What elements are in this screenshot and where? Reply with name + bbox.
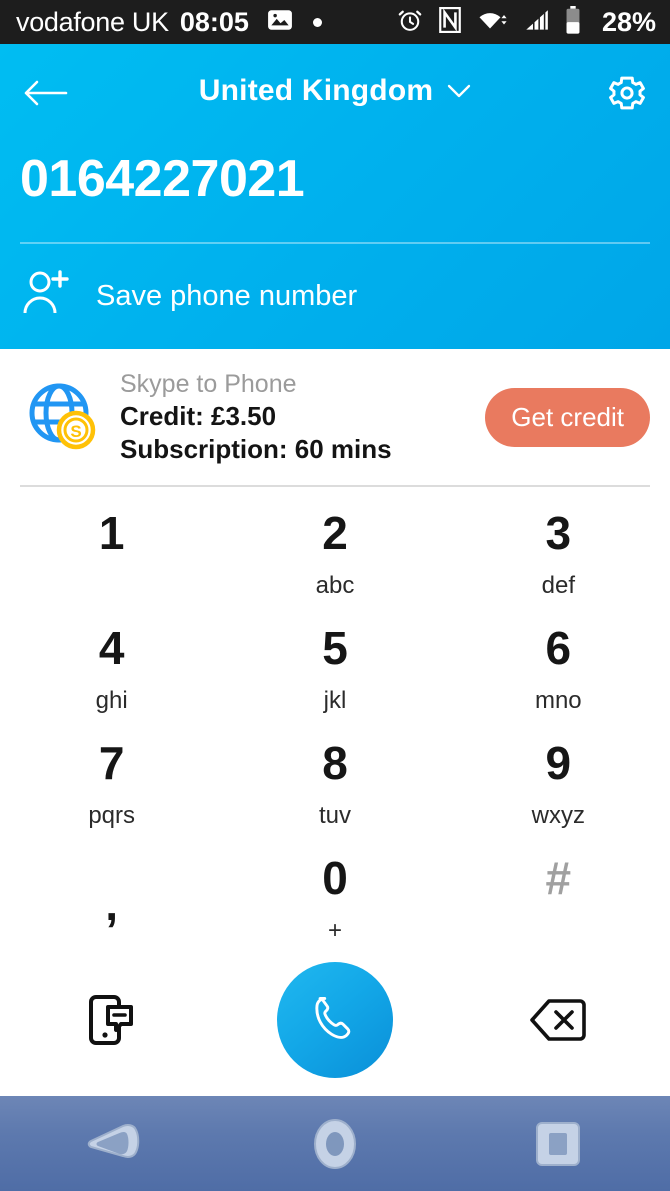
dialpad-key-1[interactable]: 1 <box>0 492 223 607</box>
key-digit: 7 <box>98 737 125 789</box>
key-letters: wxyz <box>531 802 585 829</box>
get-credit-button[interactable]: Get credit <box>485 387 650 447</box>
battery-icon <box>565 5 581 39</box>
carrier-label: vodafone UK <box>16 6 169 37</box>
key-letters: tuv <box>318 802 351 829</box>
page-title: United Kingdom <box>198 74 434 107</box>
dot-indicator <box>312 17 322 27</box>
nav-back-icon[interactable] <box>83 1118 141 1170</box>
dialpad-key-3[interactable]: 3 def <box>447 492 670 607</box>
credit-panel-title: Skype to Phone <box>120 369 297 398</box>
dialpad-key-comma[interactable]: , <box>0 837 223 952</box>
save-phone-number-button[interactable]: Save phone number <box>20 260 357 332</box>
dialpad-key-2[interactable]: 2 abc <box>223 492 446 607</box>
key-digit: 8 <box>322 737 348 789</box>
image-icon <box>267 7 293 38</box>
svg-text:S: S <box>70 422 81 441</box>
key-digit: 6 <box>545 622 572 674</box>
dialed-number: 0164227021 <box>20 150 305 208</box>
alarm-icon <box>397 7 423 38</box>
dialpad-key-6[interactable]: 6 mno <box>447 607 670 722</box>
key-letters: ghi <box>95 687 128 714</box>
dialpad: 1 2 abc 3 def 4 ghi 5 jkl 6 mno 7 pqrs 8 <box>0 492 670 952</box>
nav-recents-icon[interactable] <box>533 1119 583 1169</box>
android-nav-bar <box>0 1096 670 1191</box>
dialpad-key-5[interactable]: 5 jkl <box>223 607 446 722</box>
key-digit: , <box>105 878 119 930</box>
phone-screen: vodafone UK 08:05 28% United Kingdom 016… <box>0 0 670 1191</box>
backspace-icon[interactable] <box>529 997 587 1043</box>
signal-icon <box>524 7 550 38</box>
nav-home-icon[interactable] <box>311 1116 359 1172</box>
dialpad-key-8[interactable]: 8 tuv <box>223 722 446 837</box>
key-letters: jkl <box>323 687 347 714</box>
nfc-icon <box>438 6 462 38</box>
key-digit: # <box>545 852 572 904</box>
dialpad-actions <box>0 955 670 1085</box>
key-digit: 4 <box>98 622 125 674</box>
gear-icon[interactable] <box>606 72 648 114</box>
wifi-icon <box>477 7 509 38</box>
skype-credit-panel: S Skype to Phone Credit: £3.50 Subscript… <box>0 349 670 485</box>
dialpad-key-hash[interactable]: # <box>447 837 670 952</box>
dialpad-key-0[interactable]: 0 + <box>223 837 446 952</box>
app-header: United Kingdom 0164227021 Save phone num… <box>0 44 670 349</box>
header-divider <box>20 242 650 244</box>
phone-handset-icon <box>307 991 363 1050</box>
sms-phone-icon[interactable] <box>88 994 136 1046</box>
save-phone-number-label: Save phone number <box>96 279 358 312</box>
key-digit: 0 <box>322 852 348 904</box>
key-letters: def <box>541 572 575 599</box>
key-letters: pqrs <box>88 802 135 829</box>
credit-amount-label: Credit: £3.50 <box>120 401 277 432</box>
credit-divider <box>20 485 650 487</box>
add-person-icon <box>20 268 76 325</box>
status-bar: vodafone UK 08:05 28% <box>0 0 670 44</box>
key-letters: mno <box>534 687 582 714</box>
call-button[interactable] <box>276 962 393 1078</box>
battery-percent-label: 28% <box>601 6 656 37</box>
dialpad-key-9[interactable]: 9 wxyz <box>447 722 670 837</box>
country-selector[interactable]: United Kingdom <box>0 74 670 108</box>
subscription-label: Subscription: 60 mins <box>120 433 392 464</box>
chevron-down-icon <box>447 84 471 98</box>
key-digit: 3 <box>545 507 572 559</box>
clock-label: 08:05 <box>179 6 249 37</box>
globe-coin-icon: S <box>26 380 100 454</box>
key-letters: abc <box>315 572 355 599</box>
key-digit: 2 <box>322 507 348 559</box>
dialpad-key-4[interactable]: 4 ghi <box>0 607 223 722</box>
dialpad-key-7[interactable]: 7 pqrs <box>0 722 223 837</box>
key-digit: 9 <box>545 737 572 789</box>
key-digit: 5 <box>322 622 348 674</box>
key-letters: + <box>327 917 342 944</box>
key-digit: 1 <box>98 507 125 559</box>
